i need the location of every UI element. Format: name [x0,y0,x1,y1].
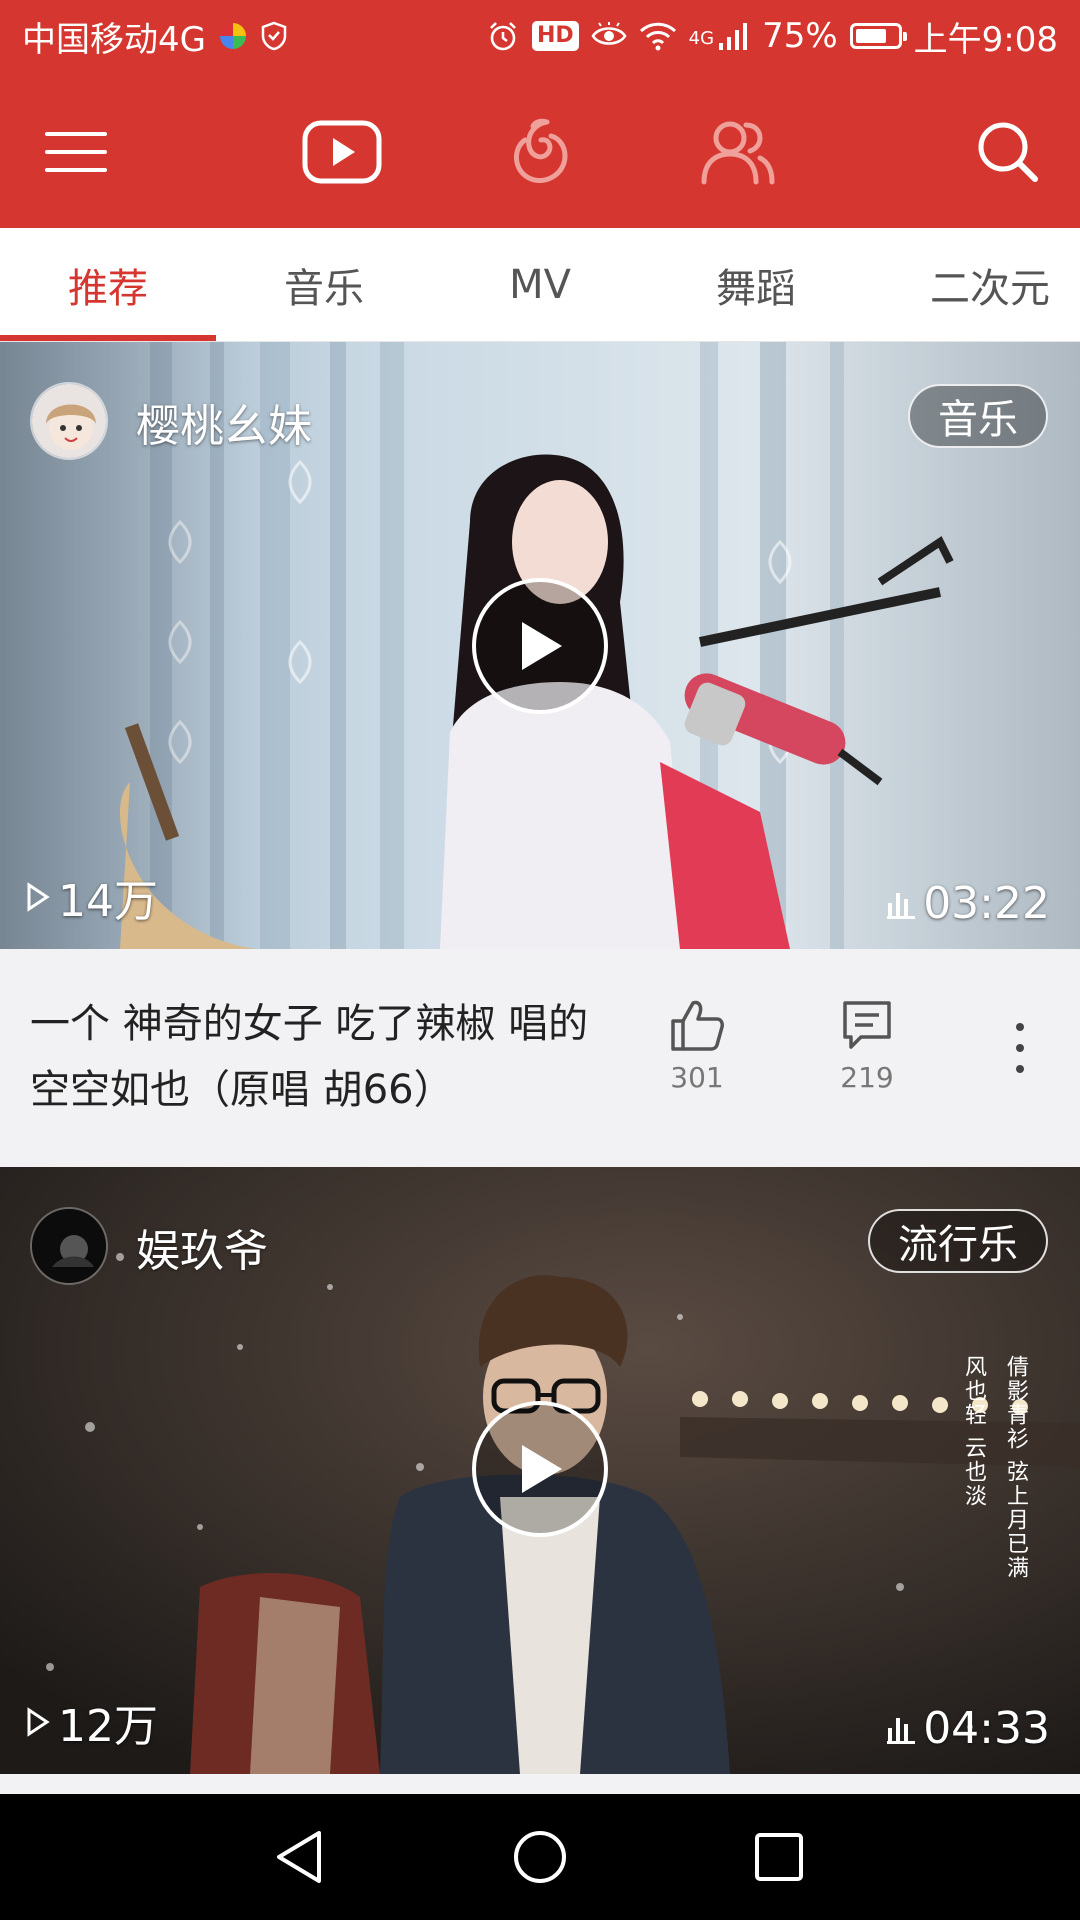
video-title[interactable]: 一个 神奇的女子 吃了辣椒 唱的 空空如也（原唱 胡66） [30,991,620,1123]
view-count-value: 12万 [58,1701,158,1752]
video-thumbnail[interactable]: 樱桃幺妹 音乐 14万 03:22 [0,342,1080,949]
home-icon[interactable] [507,1824,573,1890]
play-count-icon [27,882,50,912]
carrier-label: 中国移动4G [22,19,206,60]
play-icon [522,622,562,670]
like-count: 301 [670,1061,724,1094]
uploader-name[interactable]: 娱玖爷 [136,1215,268,1279]
app-pinwheel-icon [218,21,248,51]
app-header [0,72,1080,228]
more-options-icon[interactable] [1010,1023,1030,1073]
video-duration: 03:22 [887,878,1050,929]
battery-icon [849,23,907,49]
lyric-overlay-right: 倩影青衫 弦上月已满 [1003,1355,1028,1580]
video-info: 一个 神奇的女子 吃了辣椒 唱的 空空如也（原唱 胡66） 301 219 [0,949,1080,1164]
play-button[interactable] [472,578,608,714]
comment-count: 219 [840,1061,894,1094]
friends-icon[interactable] [696,110,780,194]
comment-button[interactable]: 219 [812,997,922,1094]
battery-fill [855,29,886,43]
duration-value: 03:22 [923,878,1050,929]
like-button[interactable]: 301 [642,997,752,1094]
shield-icon [260,21,288,51]
genre-tag[interactable]: 流行乐 [868,1209,1048,1273]
tab-dance[interactable]: 舞蹈 [648,228,864,342]
eye-icon [591,22,627,50]
view-count: 12万 [26,1690,158,1754]
status-bar: 中国移动4G HD 4G 75% 上午9:08 [0,0,1080,72]
video-thumbnail[interactable]: 倩影青衫 弦上月已满 风也轻 云也淡 娱玖爷 流行乐 12万 04:33 [0,1167,1080,1774]
status-right: HD 4G 75% 上午9:08 [486,12,1058,61]
tab-recommended[interactable]: 推荐 [0,228,216,342]
clock: 上午9:08 [913,19,1058,60]
status-left: 中国移动4G [22,12,288,61]
alarm-icon [486,19,520,53]
comment-icon [843,1001,891,1049]
uploader-avatar[interactable] [30,382,108,460]
network-type-label: 4G [688,27,715,49]
search-icon[interactable] [966,110,1050,194]
back-icon[interactable] [266,1824,332,1890]
thumbs-up-icon [671,1000,724,1051]
system-navigation-bar [0,1794,1080,1920]
active-tab-indicator [0,335,216,341]
battery-percent: 75% [762,16,838,56]
wifi-icon [639,21,677,51]
view-count: 14万 [26,865,158,929]
genre-tag[interactable]: 音乐 [908,384,1048,448]
recent-apps-icon[interactable] [746,1824,812,1890]
duration-value: 04:33 [923,1703,1050,1754]
audio-bars-icon [887,892,916,919]
video-card: 樱桃幺妹 音乐 14万 03:22 一个 神奇的女子 吃了辣椒 唱的 空空如也（… [0,342,1080,1164]
video-duration: 04:33 [887,1703,1050,1754]
uploader-name[interactable]: 樱桃幺妹 [136,390,312,454]
menu-icon[interactable] [34,110,118,194]
tab-mv[interactable]: MV [432,228,648,342]
view-count-value: 14万 [58,876,158,927]
play-button[interactable] [472,1401,608,1537]
audio-bars-icon [887,1717,916,1744]
signal-icon [718,21,750,51]
tab-anime[interactable]: 二次元 [864,228,1080,342]
hd-badge: HD [531,21,579,51]
category-tabs: 推荐 音乐 MV 舞蹈 二次元 [0,228,1080,342]
play-icon [522,1445,562,1493]
play-count-icon [27,1707,50,1737]
lyric-overlay-left: 风也轻 云也淡 [961,1355,986,1508]
tab-music[interactable]: 音乐 [216,228,432,342]
music-logo-icon[interactable] [498,110,582,194]
video-icon[interactable] [300,110,384,194]
video-card: 倩影青衫 弦上月已满 风也轻 云也淡 娱玖爷 流行乐 12万 04:33 [0,1167,1080,1774]
uploader-avatar[interactable] [30,1207,108,1285]
